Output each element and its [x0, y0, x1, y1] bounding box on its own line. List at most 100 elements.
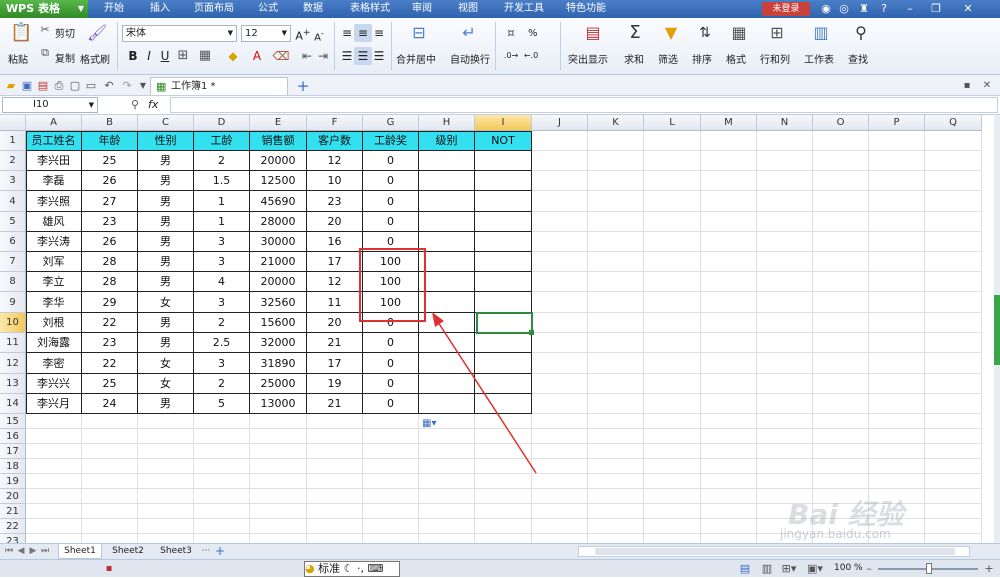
menu-home[interactable]: 开始 [104, 0, 124, 18]
align-right-icon[interactable]: ☰ [370, 47, 388, 65]
font-size-select[interactable]: 12 ▼ [241, 25, 291, 42]
worksheet-icon[interactable]: ▥ [812, 24, 830, 42]
menu-formula[interactable]: 公式 [258, 0, 278, 18]
sort-icon[interactable]: ⇅ [696, 24, 714, 42]
spreadsheet-grid[interactable]: ABCDEFGHIJKLMNOPQ 1 2 3 4 5 6 7 8 9 10 11 12 13 14 15 1… [0, 115, 994, 543]
paste-button[interactable]: 粘贴 [8, 51, 28, 66]
new-tab-icon[interactable]: + [294, 77, 312, 95]
page-layout-icon[interactable]: ▥ [758, 560, 776, 578]
horizontal-scrollbar[interactable] [578, 546, 970, 557]
minimize-icon[interactable]: – [902, 1, 918, 17]
menu-review[interactable]: 审阅 [412, 0, 432, 18]
side-panel-toggle[interactable] [994, 295, 1000, 365]
help-icon[interactable]: ? [876, 1, 892, 17]
normal-view-icon[interactable]: ▤ [736, 560, 754, 578]
menu-data[interactable]: 数据 [303, 0, 323, 18]
worksheet-button[interactable]: 工作表 [804, 51, 834, 66]
help-circle-icon[interactable]: ◎ [836, 1, 852, 17]
tab-sheet2[interactable]: Sheet2 [106, 544, 150, 559]
font-name-select[interactable]: 宋体 ▼ [122, 25, 237, 42]
chevron-down-icon[interactable]: ▼ [89, 98, 94, 112]
close-doc-icon[interactable]: ✕ [978, 77, 996, 95]
merge-style-icon[interactable]: ▦ [196, 47, 214, 65]
vertical-scrollbar[interactable] [994, 115, 1000, 543]
restore-icon[interactable]: ❐ [928, 1, 944, 17]
rows-cols-button[interactable]: 行和列 [760, 51, 790, 66]
binoculars-icon[interactable]: ⚲ [852, 24, 870, 42]
tab-sheet3[interactable]: Sheet3 [154, 544, 198, 559]
underline-icon[interactable]: U [156, 47, 174, 65]
clear-format-icon[interactable]: ⌫ [272, 47, 290, 65]
add-sheet-icon[interactable]: + [214, 544, 226, 559]
menu-special[interactable]: 特色功能 [566, 0, 606, 18]
window-icon[interactable]: ▪ [958, 77, 976, 95]
sort-button[interactable]: 排序 [692, 51, 712, 66]
undo-icon[interactable]: ↶ [100, 77, 118, 95]
menu-page-layout[interactable]: 页面布局 [194, 0, 234, 18]
zoom-in-icon[interactable]: + [980, 560, 998, 578]
sum-icon[interactable]: Σ [626, 24, 644, 42]
copy-button[interactable]: 复制 [55, 50, 75, 65]
prev-sheet-icon[interactable]: ◀ [16, 544, 26, 559]
chevron-down-icon[interactable]: ▼ [78, 0, 84, 18]
wps-logo[interactable]: WPS 表格 ▼ [0, 0, 88, 18]
keyboard-icon[interactable]: ⌨ [367, 562, 383, 575]
shirt-icon[interactable]: ♜ [856, 1, 872, 17]
highlight-button[interactable]: 突出显示 [568, 51, 608, 66]
name-box[interactable]: I10 ▼ [2, 97, 98, 113]
paste-icon[interactable]: 📋 [10, 24, 32, 42]
fullscreen-icon[interactable]: ▣▾ [806, 560, 824, 578]
formula-input[interactable] [170, 97, 998, 113]
last-sheet-icon[interactable]: ⏭ [40, 544, 50, 559]
menu-insert[interactable]: 插入 [150, 0, 170, 18]
menu-table-style[interactable]: 表格样式 [350, 0, 390, 18]
tab-sheet1[interactable]: Sheet1 [58, 544, 102, 559]
highlight-icon[interactable]: ▤ [584, 24, 602, 42]
page-break-icon[interactable]: ⊞▾ [780, 560, 798, 578]
scroll-thumb[interactable] [595, 548, 955, 555]
login-button[interactable]: 未登录 [762, 2, 810, 16]
menu-view[interactable]: 视图 [458, 0, 478, 18]
filter-button[interactable]: 筛选 [658, 51, 678, 66]
filter-icon[interactable]: ▼ [662, 24, 680, 42]
percent-button[interactable]: % [528, 28, 538, 39]
wrap-text-button[interactable]: 自动换行 [450, 51, 490, 66]
chevron-down-icon[interactable]: ▼ [282, 26, 287, 41]
menu-developer[interactable]: 开发工具 [504, 0, 544, 18]
ime-mode[interactable]: 标准 [318, 562, 340, 575]
sum-button[interactable]: 求和 [624, 51, 644, 66]
paste-options-icon[interactable]: ▦▾ [422, 417, 444, 431]
wrap-text-icon[interactable]: ↵ [460, 24, 478, 42]
border-icon[interactable]: ⊞ [174, 47, 192, 65]
zoom-out-icon[interactable]: – [860, 560, 878, 578]
cut-button[interactable]: 剪切 [55, 25, 75, 40]
moon-icon[interactable]: ☾ [344, 562, 354, 575]
font-color-icon[interactable]: A [248, 47, 266, 65]
format-painter-button[interactable]: 格式刷 [80, 51, 110, 66]
zoom-level[interactable]: 100 % [834, 563, 863, 573]
rows-cols-icon[interactable]: ⊞ [768, 24, 786, 42]
preview-icon[interactable]: ▭ [82, 77, 100, 95]
function-button[interactable]: fx [148, 98, 158, 111]
skin-icon[interactable]: ◉ [818, 1, 834, 17]
next-sheet-icon[interactable]: ▶ [28, 544, 38, 559]
format-icon[interactable]: ▦ [730, 24, 748, 42]
merge-center-icon[interactable]: ⊟ [410, 24, 428, 42]
chevron-down-icon[interactable]: ▼ [228, 26, 233, 41]
punct-icon[interactable]: ·, [357, 562, 364, 575]
tab-workbook1[interactable]: ▦ 工作簿1 * [150, 77, 288, 95]
more-sheets-icon[interactable]: ⋯ [200, 544, 212, 559]
first-sheet-icon[interactable]: ⏮ [4, 544, 14, 559]
fill-color-icon[interactable]: ◆ [224, 47, 242, 65]
align-bottom-icon[interactable]: ≡ [370, 24, 388, 42]
zoom-icon[interactable]: ⚲ [126, 96, 144, 114]
format-painter-icon[interactable]: 🖌 [87, 24, 107, 42]
copy-icon[interactable]: ⧉ [38, 44, 52, 62]
zoom-slider-thumb[interactable] [926, 563, 932, 574]
find-button[interactable]: 查找 [848, 51, 868, 66]
ime-toolbar[interactable]: ◕ 标准 ☾ ·, ⌨ [304, 561, 400, 577]
increase-decimal-icon[interactable]: .0→ [502, 47, 520, 65]
shrink-font-icon[interactable]: A- [310, 24, 328, 43]
close-icon[interactable]: ✕ [960, 1, 976, 17]
currency-icon[interactable]: ¤ [502, 24, 520, 42]
